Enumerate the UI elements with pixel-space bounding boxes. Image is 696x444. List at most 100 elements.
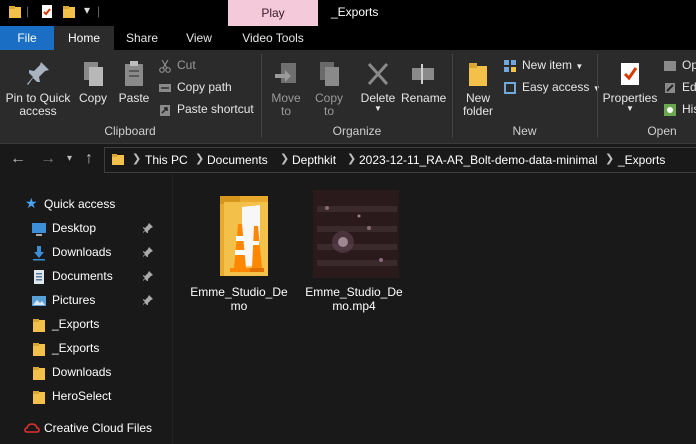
cut-label: Cut [177,58,196,72]
nav-item-pictures[interactable]: Pictures [0,289,172,313]
open-group-label: Open [647,124,677,138]
breadcrumb-chevron-icon[interactable]: ❯ [605,152,614,165]
breadcrumb-depthkit[interactable]: Depthkit [292,153,336,167]
folder-icon [33,319,45,332]
paste-icon [125,61,143,86]
paste-button[interactable]: Paste [116,60,152,105]
customize-toolbar-icon[interactable]: ▾ [84,3,90,17]
new-folder-label-line2: folder [462,104,494,118]
paste-shortcut-label: Paste shortcut [177,102,254,116]
open-button[interactable]: Op [663,56,696,74]
file-item[interactable]: Emme_Studio_Demo.mp4 [304,186,404,313]
nav-label: Pictures [52,293,96,307]
nav-label: Creative Cloud Files [44,421,153,435]
paste-shortcut-icon [160,104,170,116]
breadcrumb-chevron-icon[interactable]: ❯ [195,152,204,165]
copy-path-button[interactable]: Copy path [158,78,232,96]
breadcrumb-chevron-icon[interactable]: ❯ [280,152,289,165]
pin-to-quick-access-button[interactable]: Pin to Quick access [4,60,72,118]
cut-button[interactable]: Cut [158,56,196,74]
file-item[interactable]: Emme_Studio_Demo [189,186,289,313]
pin-icon[interactable] [142,222,154,234]
nav-item-exports[interactable]: _Exports [0,313,172,337]
breadcrumb-project-folder[interactable]: 2023-12-11_RA-AR_Bolt-demo-data-minimal [359,153,598,167]
new-item-dropdown-icon: ▼ [575,62,584,71]
folder-icon[interactable] [8,4,22,20]
address-bar[interactable]: ❯ This PC ❯ Documents ❯ Depthkit ❯ 2023-… [104,147,696,173]
nav-item-exports[interactable]: _Exports [0,337,172,361]
rename-label: Rename [401,91,447,105]
tab-share[interactable]: Share [116,26,168,50]
properties-button[interactable]: Properties ▼ [601,60,659,113]
desktop-icon [32,223,46,236]
pin-icon [27,62,49,85]
nav-quick-access[interactable]: ★ Quick access [0,193,172,217]
properties-icon[interactable] [40,4,54,20]
new-item-button[interactable]: New item ▼ [503,56,583,74]
pictures-icon [32,296,46,306]
nav-item-heroselect[interactable]: HeroSelect [0,385,172,409]
recent-locations-chevron-icon[interactable]: ▾ [67,153,72,164]
play-contextual-tab[interactable]: Play [228,0,318,26]
history-button[interactable]: His [663,100,696,118]
nav-item-documents[interactable]: Documents [0,265,172,289]
copy-to-button[interactable]: Copy to [310,60,348,118]
folder-icon [112,154,124,165]
nav-label: Documents [52,269,113,283]
nav-item-downloads-folder[interactable]: Downloads [0,361,172,385]
delete-button[interactable]: Delete ▼ [358,60,398,113]
history-label: His [682,102,696,116]
nav-creative-cloud-files[interactable]: Creative Cloud Files [0,417,172,441]
copy-path-icon [159,83,171,92]
folder-icon [33,343,45,356]
tab-file[interactable]: File [0,26,54,50]
move-to-button[interactable]: Move to [266,60,306,118]
creative-cloud-icon [24,423,40,433]
separator: | [97,4,101,18]
move-to-icon [275,63,296,83]
nav-label: Desktop [52,221,97,235]
delete-icon [367,62,389,86]
pin-icon[interactable] [142,294,154,306]
file-name: Emme_Studio_Demo [190,285,288,313]
copy-to-icon [320,62,339,86]
nav-item-desktop[interactable]: Desktop [0,217,172,241]
nav-label: _Exports [52,317,100,331]
rename-button[interactable]: Rename [401,60,447,105]
properties-dropdown-icon: ▼ [626,104,634,113]
breadcrumb-documents[interactable]: Documents [207,153,268,167]
edit-button[interactable]: Edi [663,78,696,96]
edit-icon [665,82,675,93]
breadcrumb-chevron-icon[interactable]: ❯ [347,152,356,165]
up-arrow-icon[interactable]: ↑ [85,150,93,168]
breadcrumb-exports[interactable]: _Exports [618,153,665,167]
new-group-label: New [512,124,537,138]
new-folder-button[interactable]: New folder [456,60,500,118]
tab-view[interactable]: View [172,26,226,50]
forward-arrow-icon[interactable]: → [40,150,56,168]
breadcrumb-this-pc[interactable]: This PC [145,153,188,167]
clipboard-group-label: Clipboard [104,124,156,138]
new-folder-icon[interactable] [62,4,76,20]
tab-video-tools[interactable]: Video Tools [228,26,318,50]
pin-icon[interactable] [142,270,154,282]
easy-access-label: Easy access [522,80,590,94]
new-item-label: New item [522,58,573,72]
easy-access-button[interactable]: Easy access ▼ [503,78,601,96]
tab-home[interactable]: Home [54,26,114,50]
title-bar: | ▾ | Play _Exports [0,0,696,26]
pin-icon[interactable] [142,246,154,258]
nav-label: Downloads [52,245,112,259]
paste-shortcut-button[interactable]: Paste shortcut [158,100,254,118]
breadcrumb-chevron-icon[interactable]: ❯ [132,152,141,165]
copy-to-label-line2: to [323,104,334,118]
nav-item-downloads[interactable]: Downloads [0,241,172,265]
file-list: Emme_Studio_Demo Emme_Studio_Demo.mp4 [173,174,696,444]
delete-dropdown-icon: ▼ [374,104,382,113]
separator: | [26,4,30,18]
navigation-bar: ← → ▾ ↑ ❯ This PC ❯ Documents ❯ Depthkit… [0,144,696,174]
copy-button[interactable]: Copy [76,60,110,105]
back-arrow-icon[interactable]: ← [10,150,26,168]
nav-label: HeroSelect [52,389,112,403]
scissors-icon [159,59,171,73]
